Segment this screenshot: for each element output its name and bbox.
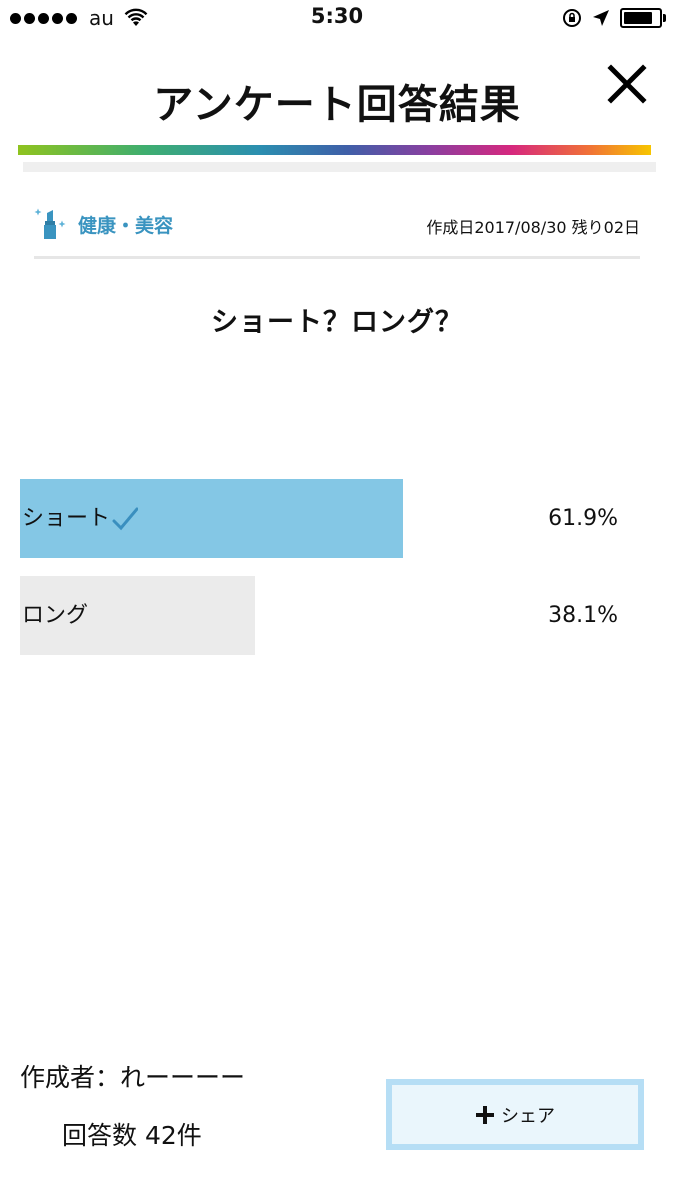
category: 健康・美容 bbox=[34, 207, 173, 241]
survey-meta: 作成日2017/08/30 残り02日 bbox=[426, 218, 640, 237]
share-label: シェア bbox=[501, 1105, 555, 1127]
result-percent: 38.1% bbox=[548, 603, 618, 628]
plus-icon bbox=[476, 1105, 494, 1124]
status-right bbox=[562, 8, 666, 28]
close-icon[interactable] bbox=[603, 60, 651, 108]
gradient-divider bbox=[18, 145, 651, 155]
page-title: アンケート回答結果 bbox=[153, 82, 521, 128]
check-icon bbox=[112, 507, 139, 530]
author-label: 作成者：れーーーー bbox=[20, 1063, 246, 1092]
question-title: ショート？ロング？ bbox=[211, 307, 463, 338]
location-arrow-icon bbox=[593, 10, 609, 26]
header-separator bbox=[23, 162, 656, 172]
result-percent: 61.9% bbox=[548, 506, 618, 531]
status-bar: au 5:30 bbox=[0, 0, 674, 40]
result-label: ロング bbox=[22, 576, 88, 655]
meta-divider bbox=[34, 256, 640, 259]
result-label: ショート bbox=[22, 479, 139, 558]
rotation-lock-icon bbox=[563, 9, 581, 27]
answer-count: 回答数 42件 bbox=[62, 1121, 202, 1150]
result-row-long: ロング 38.1% bbox=[20, 576, 660, 655]
share-button[interactable]: シェア bbox=[386, 1079, 644, 1150]
category-label: 健康・美容 bbox=[78, 214, 174, 237]
lipstick-icon bbox=[34, 208, 66, 239]
close-button[interactable] bbox=[603, 60, 651, 108]
result-row-short: ショート 61.9% bbox=[20, 479, 660, 558]
result-label-text: ロング bbox=[22, 603, 89, 628]
battery-icon bbox=[620, 8, 666, 28]
result-label-text: ショート bbox=[22, 506, 111, 531]
